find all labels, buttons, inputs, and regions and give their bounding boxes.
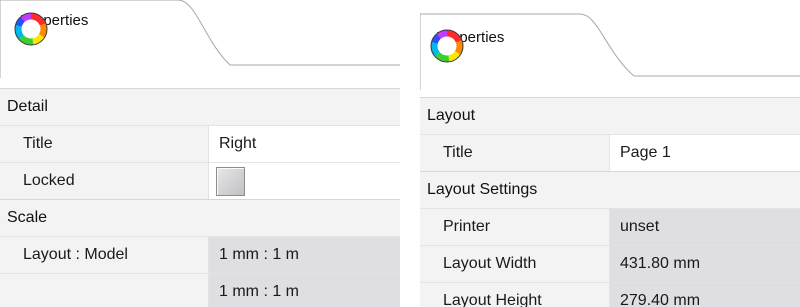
tab-properties[interactable]: Properties (430, 29, 504, 63)
property-label: Layout : Model (0, 237, 209, 273)
tab-bar: Properties (0, 0, 400, 80)
layout-height-value-field[interactable]: 279.40 mm (610, 283, 800, 307)
title-value-field[interactable]: Right (209, 126, 400, 162)
section-layout: Layout (420, 97, 800, 134)
property-row-title: Title Page 1 (420, 134, 800, 171)
printer-value-field[interactable]: unset (610, 209, 800, 245)
property-row-layout-width: Layout Width 431.80 mm (420, 245, 800, 282)
right-properties-panel: Properties Layout Title Page 1 Layout Se… (420, 0, 800, 307)
property-label: Layout Height (420, 283, 610, 307)
layout-width-value-field[interactable]: 431.80 mm (610, 246, 800, 282)
scale-value-field[interactable]: 1 mm : 1 m (209, 237, 400, 273)
property-row-layout-model: Layout : Model 1 mm : 1 m (0, 236, 400, 273)
tab-properties[interactable]: Properties (14, 12, 88, 46)
property-row-layout-height: Layout Height 279.40 mm (420, 282, 800, 307)
scale-value-field-2[interactable]: 1 mm : 1 m (209, 274, 400, 307)
property-label (0, 274, 209, 307)
locked-checkbox[interactable] (216, 166, 245, 196)
section-detail: Detail (0, 88, 400, 125)
property-row-title: Title Right (0, 125, 400, 162)
property-label: Printer (420, 209, 610, 245)
section-scale: Scale (0, 199, 400, 236)
property-grid: Layout Title Page 1 Layout Settings Prin… (420, 97, 800, 307)
locked-value-cell (209, 163, 400, 199)
property-grid: Detail Title Right Locked Scale Layout :… (0, 88, 400, 307)
color-wheel-icon (14, 12, 48, 46)
property-row-scale-second: 1 mm : 1 m (0, 273, 400, 307)
section-layout-settings: Layout Settings (420, 171, 800, 208)
property-label: Title (420, 135, 610, 171)
property-label: Locked (0, 163, 209, 199)
tab-bar: Properties (420, 0, 800, 90)
left-properties-panel: Properties Detail Title Right Locked Sca… (0, 0, 400, 307)
color-wheel-icon (430, 29, 464, 63)
property-label: Title (0, 126, 209, 162)
property-row-printer: Printer unset (420, 208, 800, 245)
property-row-locked: Locked (0, 162, 400, 199)
title-value-field[interactable]: Page 1 (610, 135, 800, 171)
property-label: Layout Width (420, 246, 610, 282)
